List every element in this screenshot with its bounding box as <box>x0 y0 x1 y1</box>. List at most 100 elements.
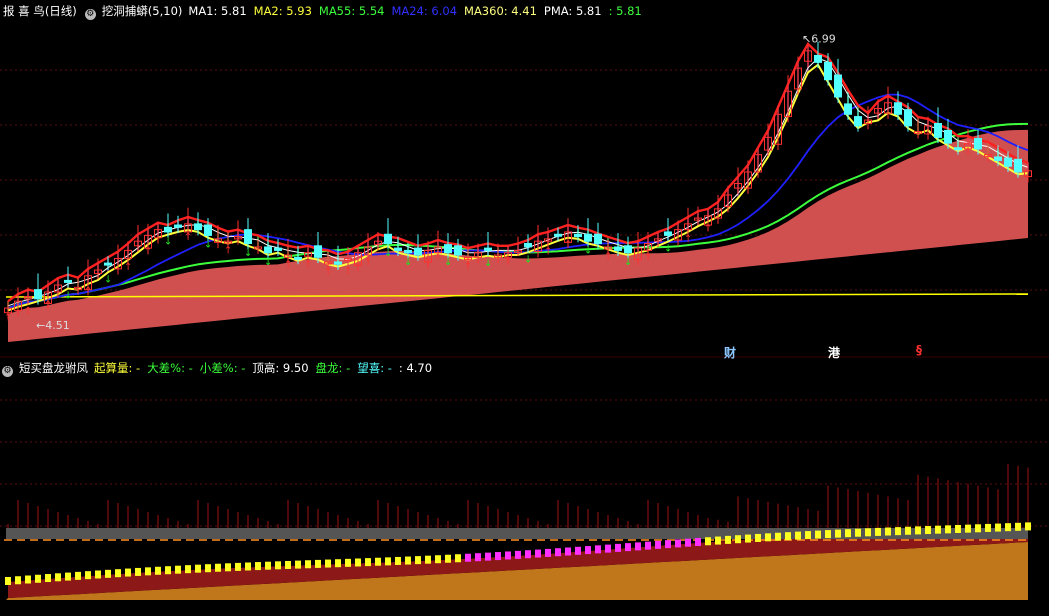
signal-block <box>455 554 461 563</box>
signal-block <box>325 559 331 568</box>
signal-arrow: ↑ <box>284 259 292 270</box>
signal-block <box>725 535 731 544</box>
candle-body <box>294 256 302 260</box>
signal-block <box>525 550 531 559</box>
signal-block <box>565 547 571 556</box>
candle-body <box>1014 158 1022 173</box>
signal-block <box>655 540 661 549</box>
signal-arrow: ↑ <box>684 234 692 245</box>
signal-block <box>415 556 421 565</box>
signal-block <box>375 557 381 566</box>
candle-body <box>174 224 182 228</box>
signal-block <box>425 555 431 564</box>
signal-block <box>615 543 621 552</box>
candle-body <box>844 103 852 115</box>
signal-block <box>745 534 751 543</box>
top-legend-item: MA360: 4.41 <box>464 4 537 18</box>
candle-body <box>594 233 602 244</box>
signal-block <box>225 563 231 572</box>
signal-block <box>485 552 491 561</box>
signal-block <box>395 556 401 565</box>
signal-block <box>895 527 901 536</box>
candle-body <box>394 247 402 251</box>
signal-block <box>855 528 861 537</box>
signal-block <box>755 533 761 542</box>
top-panel-header: 报 喜 鸟(日线) ⚙ 挖洞捕蟒(5,10) MA1: 5.81 MA2: 5.93 MA… <box>0 2 649 20</box>
signal-block <box>885 527 891 536</box>
candle-body <box>384 233 392 244</box>
signal-block <box>505 551 511 560</box>
signal-arrow: ↑ <box>564 240 572 251</box>
candle-body <box>194 223 202 231</box>
signal-arrow: ↑ <box>364 257 372 268</box>
bottom-legend-item: 小差%: - <box>199 361 246 375</box>
signal-block <box>55 573 61 582</box>
candle-body <box>554 233 562 237</box>
candle-body <box>574 233 582 238</box>
signal-block <box>365 558 371 567</box>
indicator-name[interactable]: 挖洞捕蟒 <box>102 4 148 18</box>
stock-name[interactable]: 报 喜 鸟 <box>3 4 45 18</box>
signal-block <box>305 560 311 569</box>
candle-body <box>444 244 452 254</box>
event-tag-section[interactable]: § <box>916 343 922 357</box>
indicator-settings-icon[interactable]: ⚙ <box>84 9 96 20</box>
signal-block <box>385 557 391 566</box>
candle-body <box>584 233 592 242</box>
signal-block <box>175 565 181 574</box>
signal-block <box>955 524 961 533</box>
candle-body <box>34 289 42 300</box>
signal-block <box>125 568 131 577</box>
signal-block <box>135 567 141 576</box>
signal-block <box>825 530 831 539</box>
bottom-legend-item: 顶高: 9.50 <box>252 361 309 375</box>
signal-block <box>45 574 51 583</box>
candle-body <box>414 247 422 256</box>
event-tag-text: § <box>916 343 922 357</box>
signal-block <box>185 565 191 574</box>
signal-arrow: ↑ <box>84 286 92 297</box>
signal-arrow: ↑ <box>24 306 32 317</box>
signal-block <box>95 570 101 579</box>
signal-block <box>475 553 481 562</box>
signal-block <box>515 550 521 559</box>
signal-block <box>15 576 21 585</box>
signal-arrow: ↓ <box>404 257 412 268</box>
bottom-legend-item: 盘龙: - <box>315 361 351 375</box>
signal-arrow: ↑ <box>644 252 652 263</box>
bottom-indicator-name[interactable]: 短买盘龙驸凤 <box>19 361 88 375</box>
signal-arrow: ↓ <box>524 254 532 265</box>
signal-arrow: ↑ <box>4 312 12 323</box>
signal-arrow: ↑ <box>464 262 472 273</box>
signal-block <box>945 525 951 534</box>
signal-block <box>915 526 921 535</box>
signal-arrow: ↑ <box>224 245 232 256</box>
signal-block <box>255 562 261 571</box>
candle-body <box>624 245 632 254</box>
signal-block <box>635 542 641 551</box>
signal-block <box>205 564 211 573</box>
chart-canvas: ↑ ↑ ↑ ↓ ↑ ↓ ↑ ↑ ↓ ↑ ↓ ↑ ↓ ↓ ↑ ↑ ↑ ↑ ↑ ↓ ↓ ↑ ↓ ↑ ↓ ↑ ↓ ↑ ↑ ↓ ↑ ↓ ↑ ↓ ↑ ↑ ↖6.9… <box>0 33 1049 600</box>
bottom-legend-item: 望喜: - <box>357 361 392 375</box>
period-label[interactable]: (日线) <box>45 4 77 18</box>
signal-block <box>85 571 91 580</box>
signal-block <box>295 560 301 569</box>
signal-block <box>435 555 441 564</box>
indicator-params: (5,10) <box>147 4 183 18</box>
candle-body <box>334 261 342 265</box>
event-tag-gang[interactable]: 港 <box>828 344 840 361</box>
signal-arrow: ↑ <box>504 257 512 268</box>
candle-body <box>974 138 982 150</box>
signal-block <box>495 552 501 561</box>
candle-body <box>1004 157 1012 167</box>
bottom-indicator-settings-icon[interactable]: ⚙ <box>2 366 13 377</box>
signal-block <box>105 569 111 578</box>
signal-arrow: ↑ <box>544 247 552 258</box>
signal-arrow: ↑ <box>144 247 152 258</box>
event-tag-cai[interactable]: 财 <box>724 344 736 361</box>
signal-arrow: ↓ <box>104 274 112 285</box>
signal-arrow: ↓ <box>584 245 592 256</box>
signal-block <box>25 575 31 584</box>
signal-block <box>845 529 851 538</box>
candle-body <box>314 245 322 258</box>
